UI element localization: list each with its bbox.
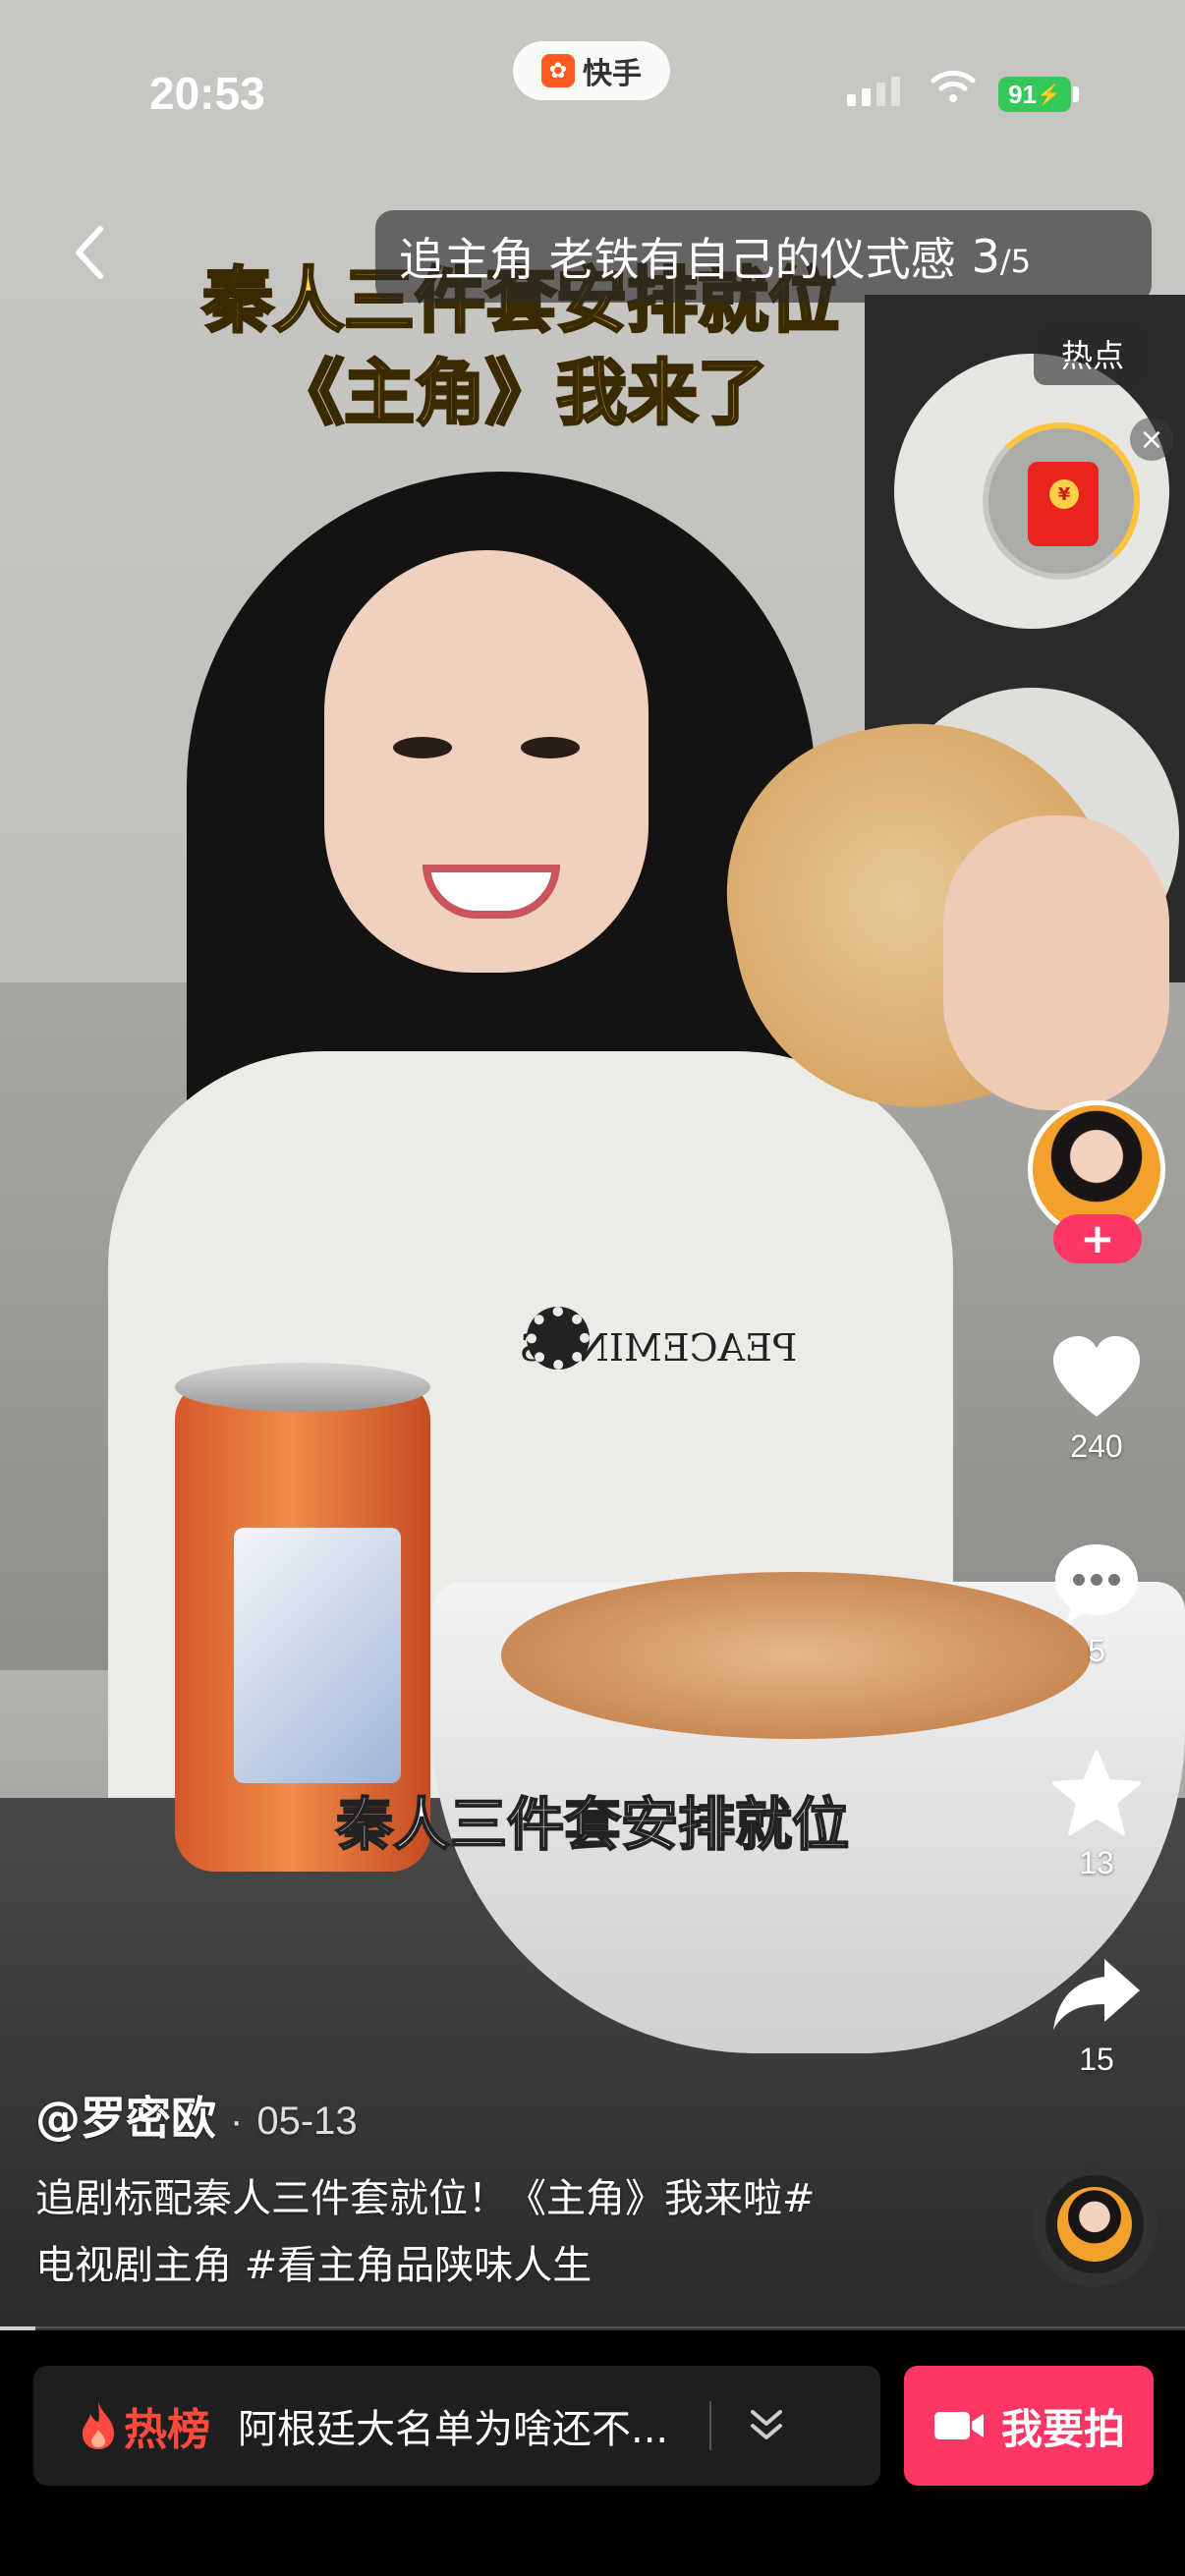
coin-icon: ¥	[1049, 479, 1079, 509]
shoot-label: 我要拍	[1000, 2404, 1125, 2453]
hot-list-banner[interactable]: 热榜 阿根廷大名单为啥还不...	[33, 2366, 880, 2486]
person-face	[324, 550, 649, 973]
description-line-2: 电视剧主角 #看主角品陕味人生	[35, 2243, 592, 2288]
hot-tag[interactable]: 热点	[1034, 322, 1152, 385]
post-date: 05-13	[256, 2100, 358, 2143]
fire-icon	[83, 2402, 114, 2449]
bottom-bar: 热榜 阿根廷大名单为啥还不... 我要拍	[0, 2330, 1185, 2576]
app-name: 快手	[583, 57, 642, 91]
video-subtitle: 秦人三件套安排就位	[335, 1790, 850, 1859]
app-indicator[interactable]: ✿ 快手	[513, 41, 670, 100]
red-packet-icon: ¥	[1028, 462, 1099, 546]
battery-nub	[1073, 86, 1079, 102]
battery-indicator: 91 ⚡	[998, 77, 1071, 112]
collection-counter: 3/5	[972, 230, 1031, 283]
red-packet-widget[interactable]: ¥	[983, 422, 1140, 580]
hand	[943, 815, 1169, 1110]
video-camera-icon	[933, 2412, 984, 2439]
follow-button[interactable]: +	[1053, 1214, 1142, 1263]
comment-icon	[1055, 1544, 1138, 1623]
comment-button[interactable]: 5	[1032, 1540, 1161, 1669]
status-time: 20:53	[149, 68, 265, 119]
like-count: 240	[1070, 1428, 1123, 1464]
chevron-down-icon[interactable]	[745, 2404, 788, 2447]
share-arrow-icon	[1053, 1959, 1140, 2030]
share-button[interactable]: 15	[1032, 1955, 1161, 2078]
back-button[interactable]	[59, 218, 118, 287]
collection-banner[interactable]: 追主角 老铁有自己的仪式感 3/5	[375, 210, 1152, 303]
kuaishou-logo-icon: ✿	[541, 54, 575, 87]
collection-index: 3	[971, 230, 1000, 283]
collection-title: 追主角 老铁有自己的仪式感	[399, 233, 956, 286]
shoot-button[interactable]: 我要拍	[904, 2366, 1154, 2486]
close-icon[interactable]: ×	[1130, 418, 1173, 461]
divider	[709, 2401, 711, 2450]
date-separator: ·	[230, 2100, 244, 2143]
hot-list-headline: 阿根廷大名单为啥还不...	[238, 2407, 669, 2452]
chevron-left-icon	[76, 226, 103, 279]
collection-total: /5	[999, 243, 1032, 280]
description-line-1: 追剧标配秦人三件套就位！《主角》我来啦#	[35, 2176, 816, 2221]
cellular-signal-icon	[847, 77, 900, 106]
post-description[interactable]: 追剧标配秦人三件套就位！《主角》我来啦# 电视剧主角 #看主角品陕味人生	[35, 2165, 920, 2299]
battery-level: 91	[1008, 79, 1037, 109]
comment-count: 5	[1088, 1633, 1105, 1668]
share-count: 15	[1079, 2042, 1114, 2077]
music-disc[interactable]	[1032, 2161, 1157, 2287]
hot-list-label: 热榜	[124, 2405, 210, 2455]
wifi-icon	[931, 70, 976, 102]
caption-line-2: 《主角》我来了	[271, 350, 769, 435]
like-button[interactable]: 240	[1032, 1334, 1161, 1465]
shirt-flower	[527, 1307, 590, 1370]
heart-icon	[1053, 1336, 1140, 1417]
author-line: @罗密欧 · 05-13	[35, 2083, 358, 2148]
author-name[interactable]: @罗密欧	[35, 2083, 216, 2148]
